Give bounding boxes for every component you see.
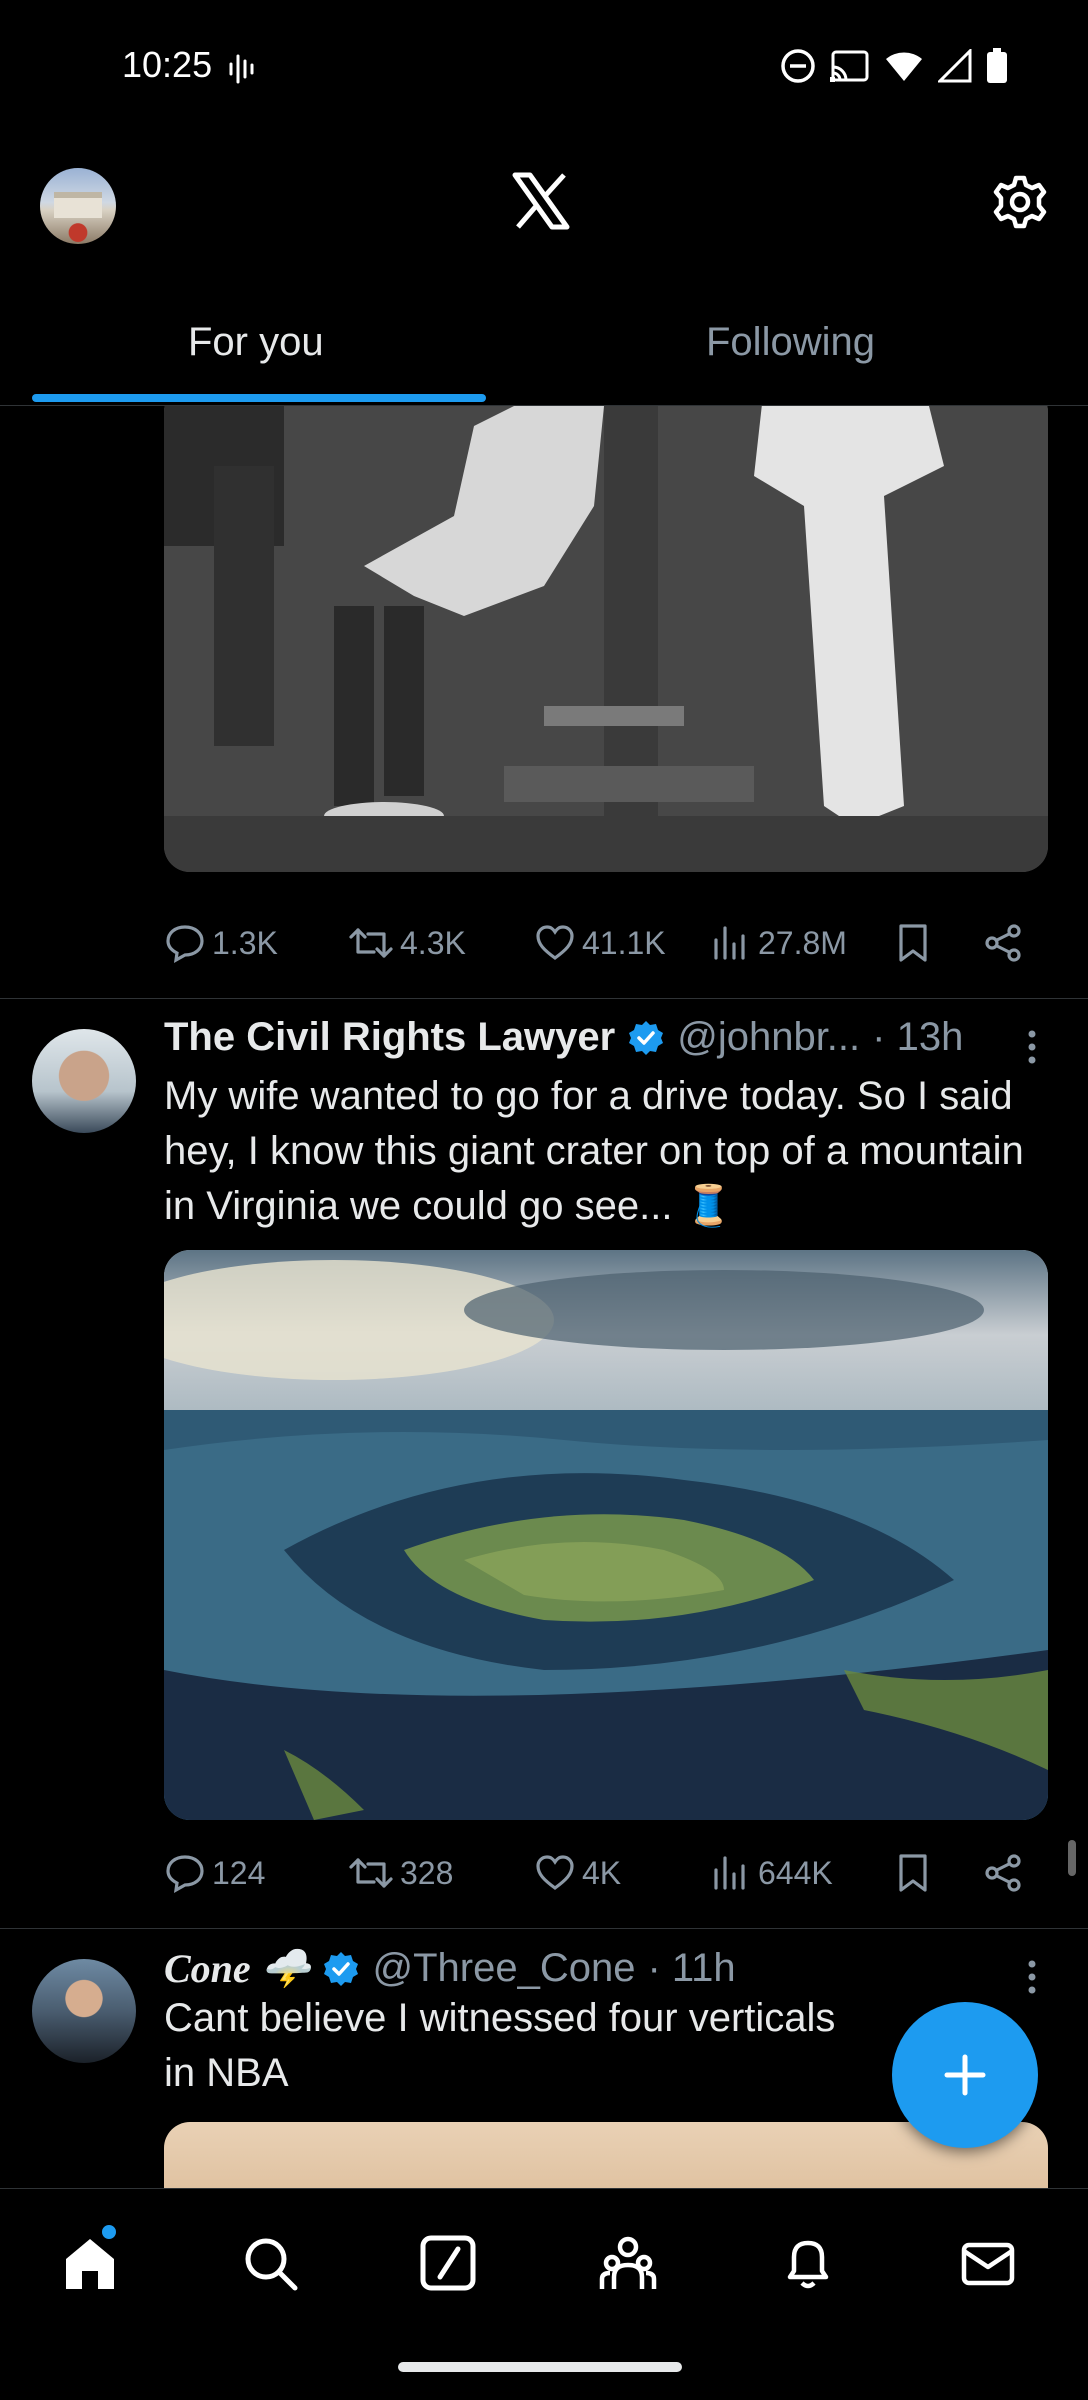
communities-icon[interactable] xyxy=(598,2233,658,2293)
heart-icon xyxy=(536,1855,574,1890)
compose-post-button[interactable] xyxy=(892,2002,1038,2148)
voice-wave-icon xyxy=(229,54,254,84)
grok-icon[interactable] xyxy=(418,2233,478,2293)
views-button[interactable]: 27.8M xyxy=(710,922,847,964)
timeline[interactable]: 1.3K 4.3K 41.1K 27.8M The Civil Rights L… xyxy=(0,406,1088,2188)
reply-icon xyxy=(166,1855,204,1893)
author-handle[interactable]: @johnbr... xyxy=(677,1015,860,1060)
author-name[interactable]: The Civil Rights Lawyer xyxy=(164,1015,615,1060)
home-icon[interactable] xyxy=(60,2233,120,2293)
reply-button[interactable]: 1.3K xyxy=(164,922,278,964)
mail-icon[interactable] xyxy=(958,2233,1018,2293)
tweet-image-preview[interactable] xyxy=(164,2122,1048,2188)
feed-tabs: For you Following xyxy=(0,272,1088,406)
repost-icon xyxy=(349,928,393,958)
author-name[interactable]: Cone 🌩️ xyxy=(164,1945,310,1992)
tweet-text: My wife wanted to go for a drive today. … xyxy=(164,1074,1024,1228)
author-avatar[interactable] xyxy=(32,1029,136,1133)
share-icon[interactable] xyxy=(982,922,1024,964)
battery-icon xyxy=(987,48,1007,83)
top-app-bar xyxy=(0,136,1088,272)
tweet-image-crater[interactable] xyxy=(164,1250,1048,1820)
tweet-time: · 11h xyxy=(647,1946,736,1990)
more-options-icon[interactable] xyxy=(1026,1029,1038,1065)
status-time: 10:25 xyxy=(122,44,213,85)
bookmark-icon[interactable] xyxy=(892,922,934,964)
repost-button[interactable]: 4.3K xyxy=(348,922,466,964)
like-button[interactable]: 41.1K xyxy=(534,922,666,964)
share-icon[interactable] xyxy=(982,1852,1024,1894)
tweet-header: The Civil Rights Lawyer @johnbr... · 13h xyxy=(164,1015,963,1060)
heart-icon xyxy=(536,925,574,960)
tab-for-you[interactable]: For you xyxy=(188,320,324,365)
tweet-actions: 124 328 4K 644K xyxy=(164,1852,1034,1902)
status-bar: 10:25 xyxy=(0,0,1088,136)
like-button[interactable]: 4K xyxy=(534,1852,621,1894)
x-logo-icon[interactable] xyxy=(512,172,570,230)
verified-badge-icon xyxy=(324,1951,359,1986)
search-icon[interactable] xyxy=(240,2233,300,2293)
view-count: 644K xyxy=(758,1854,833,1891)
repost-icon xyxy=(349,1858,393,1888)
reply-count: 1.3K xyxy=(212,924,278,961)
tweet-header: Cone 🌩️ @Three_Cone · 11h xyxy=(164,1945,736,1992)
tab-following[interactable]: Following xyxy=(706,320,875,365)
repost-button[interactable]: 328 xyxy=(348,1852,453,1894)
more-options-icon[interactable] xyxy=(1026,1959,1038,1995)
cast-icon xyxy=(830,50,869,82)
verified-badge-icon xyxy=(629,1020,664,1055)
active-tab-indicator xyxy=(32,394,486,402)
views-icon xyxy=(714,1856,745,1890)
views-button[interactable]: 644K xyxy=(710,1852,833,1894)
view-count: 27.8M xyxy=(758,924,847,961)
tweet-image-historical-photo[interactable] xyxy=(164,406,1048,872)
bookmark-icon[interactable] xyxy=(892,1852,934,1894)
reply-count: 124 xyxy=(212,1854,266,1891)
gesture-home-bar[interactable] xyxy=(398,2362,682,2372)
like-count: 41.1K xyxy=(582,924,666,961)
author-avatar[interactable] xyxy=(32,1959,136,2063)
signal-icon xyxy=(938,49,972,83)
repost-count: 328 xyxy=(400,1854,454,1891)
like-count: 4K xyxy=(582,1854,622,1891)
wifi-icon xyxy=(886,52,922,81)
repost-count: 4.3K xyxy=(400,924,466,961)
plus-icon xyxy=(944,2054,986,2096)
profile-avatar[interactable] xyxy=(40,168,116,244)
dnd-icon xyxy=(781,49,815,83)
reply-button[interactable]: 124 xyxy=(164,1852,265,1894)
tweet-time: · 13h xyxy=(872,1015,964,1059)
views-icon xyxy=(714,926,745,960)
reply-icon xyxy=(166,925,204,963)
gear-icon[interactable] xyxy=(992,174,1048,230)
bell-icon[interactable] xyxy=(778,2233,838,2293)
author-handle[interactable]: @Three_Cone xyxy=(372,1946,635,1991)
home-notification-dot xyxy=(100,2223,118,2241)
tweet-text: Cant believe I witnessed four verticals … xyxy=(164,1996,836,2095)
scrollbar-thumb[interactable] xyxy=(1068,1840,1076,1876)
tweet-actions: 1.3K 4.3K 41.1K 27.8M xyxy=(164,922,1034,972)
